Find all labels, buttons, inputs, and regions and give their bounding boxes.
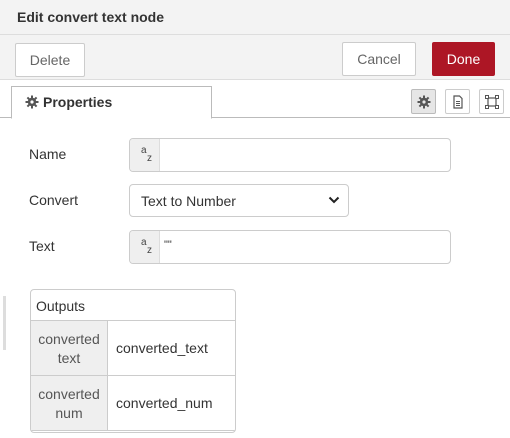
tab-properties[interactable]: Properties <box>11 86 212 119</box>
output-key: converted num <box>31 376 108 430</box>
type-glyph-z: z <box>147 153 152 164</box>
output-key-line: converted <box>38 331 100 347</box>
dialog-toolbar: Delete Cancel Done <box>0 35 510 80</box>
done-button[interactable]: Done <box>432 42 495 76</box>
document-icon <box>453 95 463 109</box>
gear-icon <box>417 95 431 109</box>
dialog-title: Edit convert text node <box>17 9 165 25</box>
output-key: converted text <box>31 321 108 375</box>
type-glyph-z: z <box>147 245 152 256</box>
type-glyph-a: a <box>141 237 147 248</box>
table-row: converted text converted_text <box>31 321 235 376</box>
output-key-line: num <box>55 405 83 421</box>
outputs-header: Outputs <box>31 290 235 321</box>
convert-selected-value: Text to Number <box>141 193 236 209</box>
frame-icon <box>485 95 499 109</box>
appearance-view-button[interactable] <box>479 89 504 114</box>
delete-button[interactable]: Delete <box>15 43 85 77</box>
outputs-table: Outputs converted text converted_text co… <box>30 289 236 433</box>
convert-select[interactable]: Text to Number <box>129 184 349 217</box>
name-field[interactable]: a z <box>129 138 451 172</box>
name-label: Name <box>29 146 67 162</box>
tab-bar: Properties <box>0 80 510 119</box>
gear-icon <box>25 95 39 109</box>
text-value: "" <box>164 239 172 251</box>
text-label: Text <box>29 238 55 254</box>
type-selector-button[interactable]: a z <box>130 139 160 171</box>
resize-handle[interactable] <box>3 296 6 350</box>
dialog-titlebar: Edit convert text node <box>0 0 510 35</box>
output-value: converted_num <box>116 395 213 411</box>
tab-properties-label: Properties <box>43 94 113 110</box>
outputs-title: Outputs <box>36 298 86 314</box>
cancel-button[interactable]: Cancel <box>342 42 416 76</box>
output-key-line: text <box>57 350 81 366</box>
table-row: converted num converted_num <box>31 376 235 431</box>
output-key-line: converted <box>38 386 100 402</box>
text-field[interactable]: a z "" <box>129 230 451 264</box>
output-value: converted_text <box>116 340 208 356</box>
description-view-button[interactable] <box>445 89 470 114</box>
convert-label: Convert <box>29 192 79 208</box>
type-glyph-a: a <box>141 145 147 156</box>
chevron-down-icon <box>328 196 340 204</box>
type-selector-button[interactable]: a z <box>130 231 160 263</box>
properties-view-button[interactable] <box>411 89 436 114</box>
